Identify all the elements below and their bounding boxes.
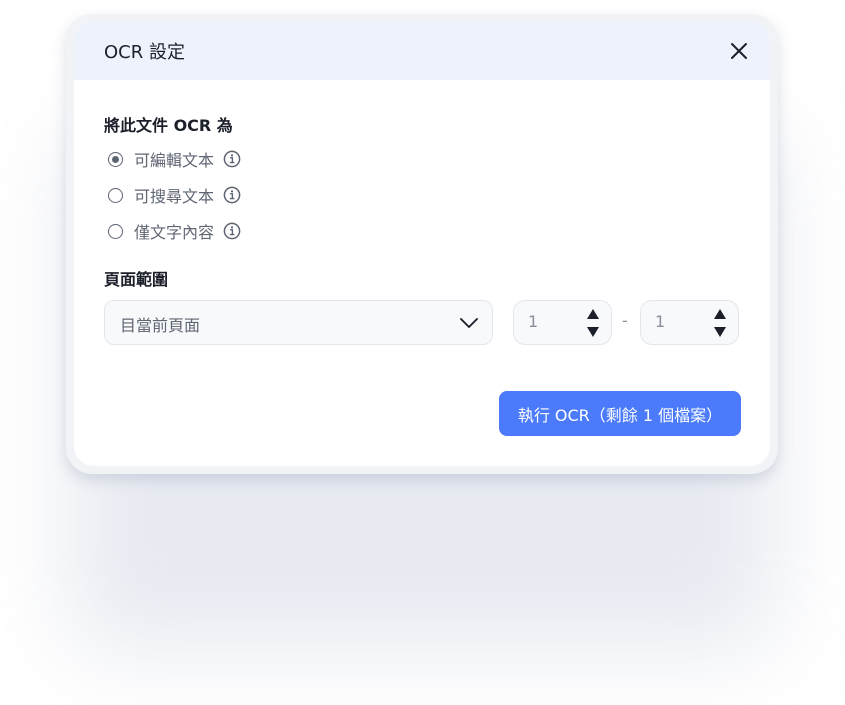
info-icon[interactable] [223,186,241,204]
run-ocr-button[interactable]: 執行 OCR（剩餘 1 個檔案） [499,391,741,436]
stage: OCR 設定 將此文件 OCR 為 可編輯文本 可搜尋文本 僅文字內容 頁面範圍… [0,0,845,705]
page-to-stepper [640,300,739,345]
radio-label: 僅文字內容 [134,223,215,242]
radio-text-only[interactable]: 僅文字內容 [108,220,241,242]
page-range-label: 頁面範圍 [104,270,169,289]
info-icon[interactable] [223,150,241,168]
range-separator: - [622,311,628,330]
chevron-down-icon [460,318,478,328]
arrow-down-icon[interactable] [714,327,726,337]
ocr-mode-label: 將此文件 OCR 為 [104,116,233,135]
radio-searchable-text[interactable]: 可搜尋文本 [108,184,241,206]
radio-button[interactable] [108,187,123,203]
radio-label: 可編輯文本 [134,151,215,170]
arrow-up-icon[interactable] [587,309,599,319]
dialog-title: OCR 設定 [104,42,185,63]
page-from-input[interactable] [528,312,568,331]
radio-editable-text[interactable]: 可編輯文本 [108,148,241,170]
dialog-header: OCR 設定 [74,21,770,80]
page-to-input[interactable] [655,312,695,331]
radio-label: 可搜尋文本 [134,187,215,206]
arrow-up-icon[interactable] [714,309,726,319]
page-from-stepper [513,300,612,345]
radio-button[interactable] [108,223,123,239]
info-icon[interactable] [223,222,241,240]
ocr-settings-dialog: OCR 設定 將此文件 OCR 為 可編輯文本 可搜尋文本 僅文字內容 頁面範圍… [74,21,770,466]
arrow-down-icon[interactable] [587,327,599,337]
page-range-selected-value: 目當前頁面 [120,316,201,335]
close-icon[interactable] [728,40,750,62]
page-range-select[interactable]: 目當前頁面 [104,300,493,345]
radio-button-checked[interactable] [108,151,123,167]
